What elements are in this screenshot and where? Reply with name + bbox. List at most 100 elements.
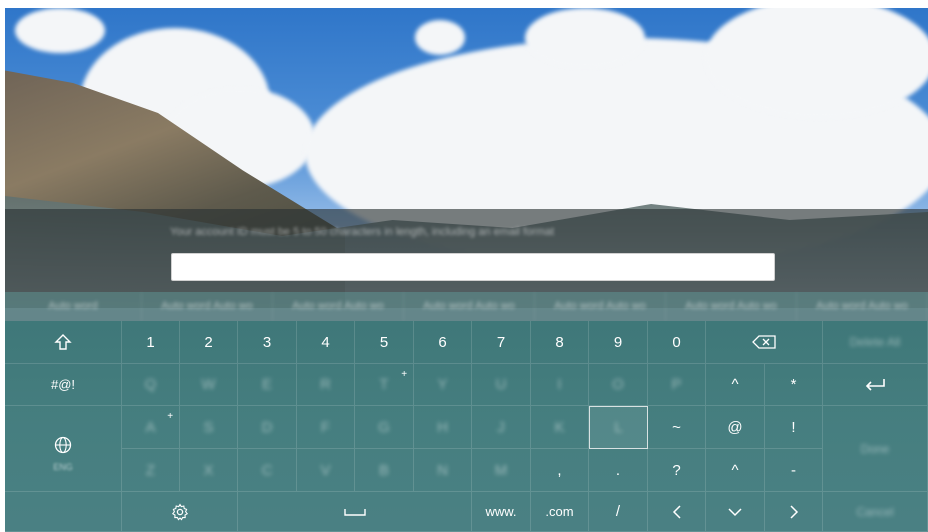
key-label: K xyxy=(554,418,565,436)
key-v[interactable]: V xyxy=(297,449,355,492)
key-y[interactable]: Y xyxy=(414,364,472,406)
key-j[interactable]: J xyxy=(472,406,531,449)
key-s[interactable]: S xyxy=(180,406,238,449)
backspace-icon xyxy=(752,335,776,349)
key-tilde[interactable]: ~ xyxy=(648,406,706,449)
key-label: Delete All xyxy=(849,335,901,349)
key-label: E xyxy=(261,376,272,393)
key-exclamation[interactable]: ! xyxy=(765,406,823,449)
key-label: 6 xyxy=(438,333,447,351)
www-key[interactable]: www. xyxy=(472,492,531,532)
key-label: 2 xyxy=(204,333,213,351)
key-0[interactable]: 0 xyxy=(648,321,706,364)
chevron-down-icon xyxy=(728,507,742,517)
key-at[interactable]: @ xyxy=(706,406,765,449)
key-label: @ xyxy=(727,418,743,436)
key-label: X xyxy=(203,461,214,479)
key-1[interactable]: 1 xyxy=(122,321,180,364)
key-label: ~ xyxy=(672,418,681,436)
key-a[interactable]: A + xyxy=(122,406,180,449)
key-label: ^ xyxy=(731,376,739,393)
suggestion-item[interactable]: Auto word Auto wo xyxy=(535,292,666,321)
key-n[interactable]: N xyxy=(414,449,472,492)
key-d[interactable]: D xyxy=(238,406,297,449)
backspace-key[interactable] xyxy=(706,321,823,364)
key-c[interactable]: C xyxy=(238,449,297,492)
enter-key[interactable] xyxy=(823,364,928,406)
key-3[interactable]: 3 xyxy=(238,321,297,364)
key-label: Z xyxy=(145,461,156,479)
enter-icon xyxy=(864,378,886,392)
key-g[interactable]: G xyxy=(355,406,414,449)
key-label: www. xyxy=(485,504,517,519)
done-key[interactable]: Done xyxy=(823,406,928,492)
key-label: H xyxy=(437,418,448,436)
symbols-key[interactable]: #@! xyxy=(5,364,122,406)
key-label: 4 xyxy=(321,333,330,351)
key-6[interactable]: 6 xyxy=(414,321,472,364)
key-period[interactable]: . xyxy=(589,449,648,492)
key-label: B xyxy=(378,461,389,479)
space-key[interactable] xyxy=(238,492,472,532)
com-key[interactable]: .com xyxy=(531,492,589,532)
key-caret-2[interactable]: ^ xyxy=(706,449,765,492)
suggestion-item[interactable]: Auto word Auto wo xyxy=(273,292,404,321)
key-e[interactable]: E xyxy=(238,364,297,406)
key-2[interactable]: 2 xyxy=(180,321,238,364)
key-q[interactable]: Q xyxy=(122,364,180,406)
key-f[interactable]: F xyxy=(297,406,355,449)
key-l-selected[interactable]: L xyxy=(589,406,648,449)
key-label: Y xyxy=(437,376,448,393)
key-p[interactable]: P xyxy=(648,364,706,406)
key-label: 9 xyxy=(613,333,623,351)
key-o[interactable]: O xyxy=(589,364,648,406)
cursor-down-key[interactable] xyxy=(706,492,765,532)
key-hyphen[interactable]: - xyxy=(765,449,823,492)
suggestion-item[interactable]: Auto word Auto wo xyxy=(142,292,273,321)
key-label: 1 xyxy=(146,333,155,351)
key-9[interactable]: 9 xyxy=(589,321,648,364)
suggestion-item[interactable]: Auto word Auto wo xyxy=(797,292,928,321)
key-4[interactable]: 4 xyxy=(297,321,355,364)
suggestion-item[interactable]: Auto word Auto wo xyxy=(666,292,797,321)
cursor-right-key[interactable] xyxy=(765,492,823,532)
key-7[interactable]: 7 xyxy=(472,321,531,364)
key-5[interactable]: 5 xyxy=(355,321,414,364)
key-w[interactable]: W xyxy=(180,364,238,406)
key-label: R xyxy=(320,376,331,393)
language-label: ENG xyxy=(53,461,73,472)
key-caret[interactable]: ^ xyxy=(706,364,765,406)
key-m[interactable]: M xyxy=(472,449,531,492)
language-key[interactable]: ENG xyxy=(5,406,122,492)
key-label: A xyxy=(145,418,156,436)
cursor-left-key[interactable] xyxy=(648,492,706,532)
key-x[interactable]: X xyxy=(180,449,238,492)
key-r[interactable]: R xyxy=(297,364,355,406)
suggestion-item[interactable]: Auto word Auto wo xyxy=(404,292,535,321)
key-label: J xyxy=(497,418,505,436)
shift-key[interactable] xyxy=(5,321,122,364)
key-b[interactable]: B xyxy=(355,449,414,492)
plus-marker-icon: + xyxy=(167,411,173,422)
key-z[interactable]: Z xyxy=(122,449,180,492)
delete-all-key[interactable]: Delete All xyxy=(823,321,928,364)
slash-key[interactable]: / xyxy=(589,492,648,532)
text-input-field[interactable] xyxy=(171,253,775,281)
key-8[interactable]: 8 xyxy=(531,321,589,364)
key-label: , xyxy=(557,461,562,479)
key-t[interactable]: T + xyxy=(355,364,414,406)
key-label: ? xyxy=(672,461,681,479)
key-k[interactable]: K xyxy=(531,406,589,449)
key-h[interactable]: H xyxy=(414,406,472,449)
key-label: P xyxy=(671,376,682,393)
key-comma[interactable]: , xyxy=(531,449,589,492)
key-question[interactable]: ? xyxy=(648,449,706,492)
cancel-key[interactable]: Cancel xyxy=(823,492,928,532)
key-asterisk[interactable]: * xyxy=(765,364,823,406)
key-label: * xyxy=(790,376,797,393)
settings-key[interactable] xyxy=(122,492,238,532)
key-i[interactable]: I xyxy=(531,364,589,406)
plus-marker-icon: + xyxy=(401,369,407,380)
key-u[interactable]: U xyxy=(472,364,531,406)
suggestion-item[interactable]: Auto word xyxy=(5,292,142,321)
